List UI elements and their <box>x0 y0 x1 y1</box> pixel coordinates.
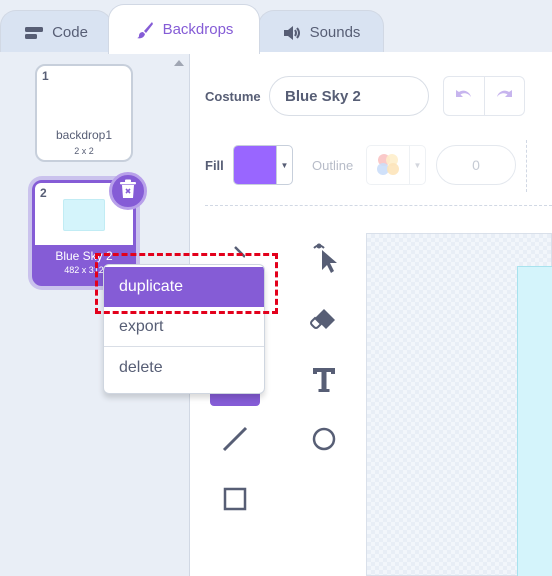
reshape-tool[interactable] <box>305 240 345 280</box>
tab-sounds[interactable]: Sounds <box>258 10 384 54</box>
outline-label: Outline <box>312 158 354 173</box>
toolbar-divider <box>526 140 527 192</box>
speaker-icon <box>282 23 302 43</box>
text-tool[interactable] <box>304 361 344 401</box>
circle-tool[interactable] <box>304 421 344 461</box>
dropdown-arrow-icon: ▼ <box>276 146 292 184</box>
scroll-up-arrow-icon[interactable] <box>174 60 184 66</box>
backdrop-thumbnail <box>63 199 105 231</box>
code-blocks-icon <box>24 23 44 43</box>
line-icon <box>221 425 249 458</box>
costume-label: Costume <box>205 89 261 104</box>
outline-width-input[interactable]: 0 <box>436 145 516 185</box>
backdrop-name: backdrop1 <box>55 128 113 142</box>
toolbar-divider <box>205 205 552 206</box>
context-menu-delete[interactable]: delete <box>104 348 264 388</box>
fill-color-picker[interactable]: ▼ <box>233 145 293 185</box>
redo-button[interactable] <box>483 77 524 115</box>
backdrop-size: 2 x 2 <box>74 146 94 156</box>
reshape-icon <box>310 242 340 279</box>
paintbrush-icon <box>135 20 155 40</box>
tab-sounds-label: Sounds <box>309 24 361 41</box>
backdrop-item-1[interactable]: 1 backdrop1 2 x 2 <box>35 64 133 162</box>
paint-canvas[interactable] <box>366 233 552 576</box>
fill-label: Fill <box>205 158 224 173</box>
circle-icon <box>310 425 338 458</box>
undo-redo-group <box>443 76 525 116</box>
delete-backdrop-button[interactable] <box>109 172 147 210</box>
costume-name-input[interactable]: Blue Sky 2 <box>269 76 429 116</box>
backdrop-number: 1 <box>42 69 49 83</box>
dropdown-arrow-icon: ▼ <box>409 146 425 184</box>
outline-color-picker[interactable]: ▼ <box>366 145 426 185</box>
rectangle-tool[interactable] <box>215 481 255 521</box>
line-tool[interactable] <box>215 421 255 461</box>
tab-backdrops[interactable]: Backdrops <box>108 4 260 54</box>
backdrop-canvas-image <box>517 266 552 576</box>
text-icon <box>310 365 338 398</box>
eraser-icon <box>309 306 339 337</box>
trash-icon <box>119 179 137 204</box>
backdrop-number: 2 <box>40 186 47 200</box>
fill-color-swatch <box>234 146 276 184</box>
redo-icon <box>493 86 515 107</box>
tab-code[interactable]: Code <box>0 10 112 54</box>
tab-backdrops-label: Backdrops <box>162 21 234 38</box>
undo-icon <box>453 86 475 107</box>
undo-button[interactable] <box>444 77 484 115</box>
editor-tabs: Code Backdrops Sounds <box>0 0 552 54</box>
rectangle-icon <box>221 485 249 518</box>
tab-code-label: Code <box>52 24 88 41</box>
eraser-tool[interactable] <box>304 301 344 341</box>
outline-color-swatch <box>367 146 409 184</box>
duplicate-highlight-box <box>95 253 278 314</box>
